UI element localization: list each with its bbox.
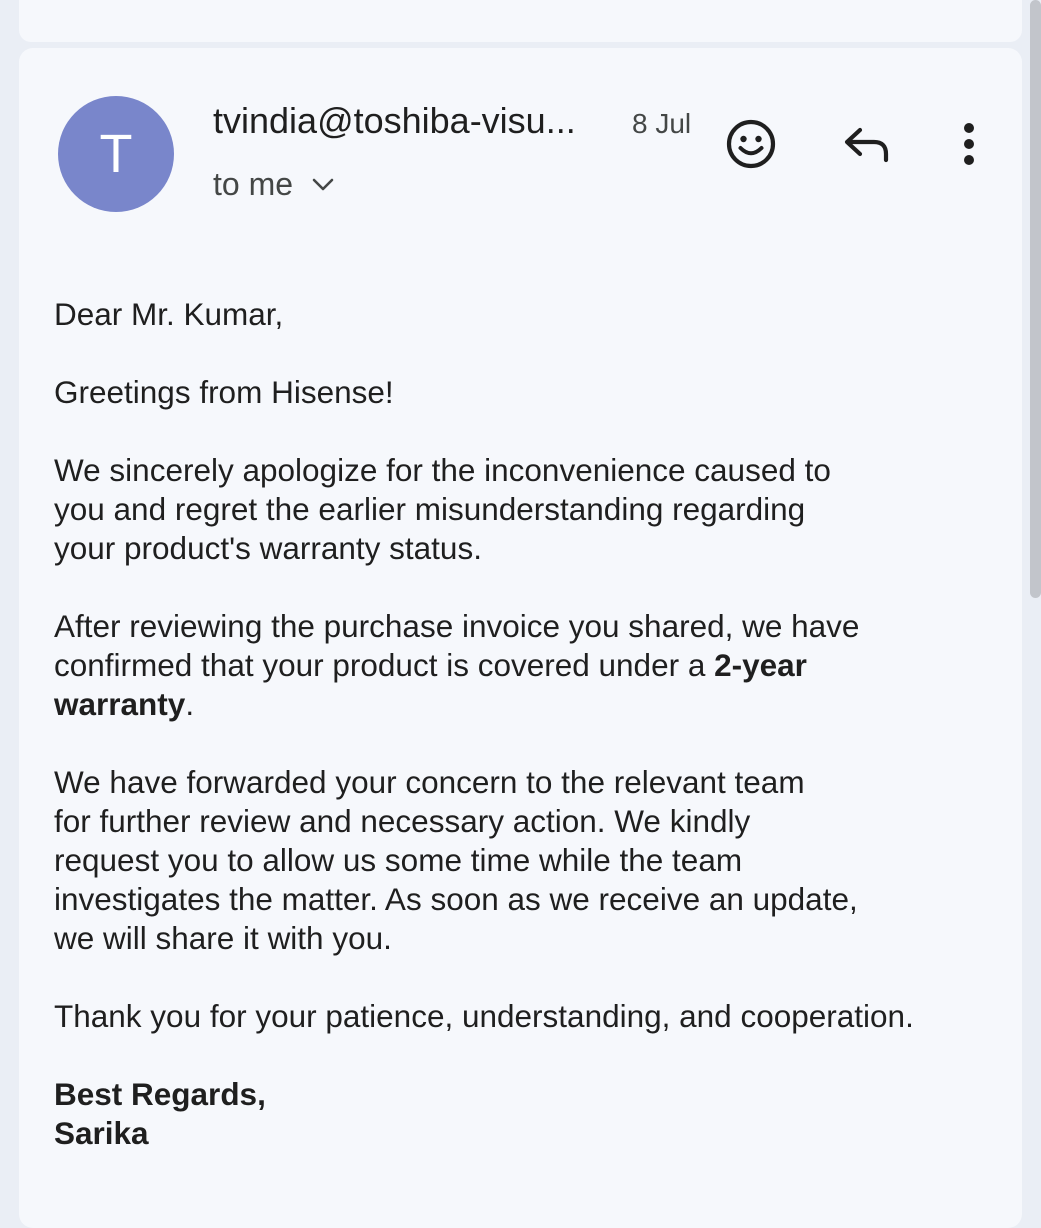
signoff: Best Regards,: [54, 1076, 266, 1112]
paragraph-warranty: After reviewing the purchase invoice you…: [54, 607, 1014, 724]
warranty-term-bold: 2-year: [714, 647, 807, 683]
text-line: We sincerely apologize for the inconveni…: [54, 452, 831, 488]
avatar-letter: T: [99, 124, 133, 184]
email-date: 8 Jul: [632, 108, 692, 139]
chevron-down-icon: [312, 178, 334, 190]
more-vertical-icon: [964, 123, 974, 165]
paragraph-forwarded: We have forwarded your concern to the re…: [54, 763, 1014, 958]
sender-address[interactable]: tvindia@toshiba-visu...: [213, 100, 576, 142]
email-body: Dear Mr. Kumar, Greetings from Hisense! …: [54, 295, 1014, 1153]
sender-avatar[interactable]: T: [58, 96, 174, 212]
text-line: you and regret the earlier misunderstand…: [54, 491, 806, 527]
text-line: We have forwarded your concern to the re…: [54, 764, 805, 800]
text-line: investigates the matter. As soon as we r…: [54, 881, 858, 917]
recipient-details-toggle[interactable]: to me: [213, 166, 335, 203]
scrollbar-thumb[interactable]: [1030, 0, 1041, 598]
reply-icon: [844, 127, 889, 163]
text-line: request you to allow us some time while …: [54, 842, 743, 878]
paragraph-thanks: Thank you for your patience, understandi…: [54, 998, 914, 1034]
smiley-icon: [726, 119, 776, 169]
text-line: we will share it with you.: [54, 920, 392, 956]
signature-block: Best Regards, Sarika: [54, 1075, 1014, 1153]
reply-button[interactable]: [836, 113, 898, 175]
text-span: .: [185, 686, 195, 722]
text-line: After reviewing the purchase invoice you…: [54, 608, 860, 644]
recipient-label: to me: [213, 166, 294, 202]
text-line: confirmed that your product is covered u…: [54, 646, 1014, 685]
text-span: confirmed that your product is covered u…: [54, 647, 715, 683]
previous-message-card[interactable]: [19, 0, 1022, 42]
text-line: your product's warranty status.: [54, 530, 482, 566]
warranty-word-bold: warranty: [54, 686, 186, 722]
more-options-button[interactable]: [938, 113, 1000, 175]
text-line: for further review and necessary action.…: [54, 803, 751, 839]
text-line: warranty.: [54, 685, 1014, 724]
signature-name: Sarika: [54, 1115, 149, 1151]
greeting: Dear Mr. Kumar,: [54, 296, 284, 332]
paragraph-greetings: Greetings from Hisense!: [54, 374, 394, 410]
add-reaction-button[interactable]: [720, 113, 782, 175]
paragraph-apology: We sincerely apologize for the inconveni…: [54, 451, 1014, 568]
